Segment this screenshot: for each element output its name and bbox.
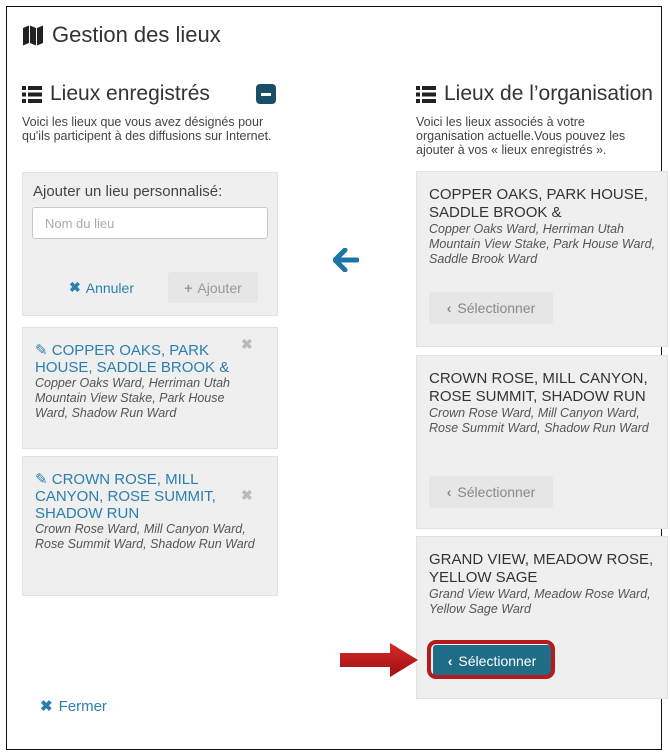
dialog-title: Gestion des lieux (22, 22, 221, 48)
saved-place-title: COPPER OAKS, PARK HOUSE, SADDLE BROOK & (35, 342, 230, 376)
times-icon: ✖ (69, 279, 81, 295)
saved-places-header: Lieux enregistrés (22, 82, 284, 106)
org-place-subtitle: Crown Rose Ward, Mill Canyon Ward, Rose … (429, 406, 649, 435)
org-place-card: COPPER OAKS, PARK HOUSE, SADDLE BROOK & … (416, 171, 668, 347)
remove-icon[interactable]: ✖ (241, 336, 253, 353)
minus-icon (261, 92, 271, 96)
select-label: Sélectionner (457, 484, 536, 500)
list-icon (22, 85, 42, 103)
pointer-arrow-icon (340, 643, 418, 677)
saved-place-subtitle: Copper Oaks Ward, Herriman Utah Mountain… (35, 376, 230, 420)
saved-place-card: ✎ COPPER OAKS, PARK HOUSE, SADDLE BROOK … (22, 327, 278, 449)
org-places-description: Voici les lieux associés à votre organis… (416, 115, 626, 157)
chevron-left-icon: ‹ (446, 484, 452, 500)
times-icon: ✖ (40, 698, 53, 715)
org-place-card: CROWN ROSE, MILL CANYON, ROSE SUMMIT, SH… (416, 355, 668, 529)
collapse-button[interactable] (256, 84, 276, 104)
list-icon (416, 85, 436, 103)
map-icon (23, 25, 43, 46)
saved-places-heading: Lieux enregistrés (50, 82, 210, 105)
chevron-left-icon: ‹ (446, 300, 452, 316)
select-label: Sélectionner (457, 300, 536, 316)
close-label: Fermer (58, 697, 107, 715)
edit-icon: ✎ (35, 342, 48, 359)
org-place-subtitle: Grand View Ward, Meadow Rose Ward, Yello… (429, 587, 651, 616)
add-button[interactable]: + Ajouter (168, 272, 258, 303)
cancel-label: Annuler (85, 279, 134, 296)
org-place-title: CROWN ROSE, MILL CANYON, ROSE SUMMIT, SH… (429, 370, 648, 405)
place-name-input[interactable] (32, 207, 268, 239)
org-places-header: Lieux de l’organisation (416, 82, 653, 106)
select-button[interactable]: ‹ Sélectionner (429, 292, 553, 324)
org-place-title: GRAND VIEW, MEADOW ROSE, YELLOW SAGE (429, 551, 654, 586)
close-button[interactable]: ✖ Fermer (40, 697, 107, 716)
org-place-subtitle: Copper Oaks Ward, Herriman Utah Mountain… (429, 222, 656, 266)
saved-place-subtitle: Crown Rose Ward, Mill Canyon Ward, Rose … (35, 522, 255, 551)
add-label: Ajouter (197, 279, 242, 296)
add-place-panel: Ajouter un lieu personnalisé: ✖ Annuler … (22, 172, 278, 316)
saved-place-title-link[interactable]: ✎ CROWN ROSE, MILL CANYON, ROSE SUMMIT, … (35, 471, 235, 522)
saved-place-title-link[interactable]: ✎ COPPER OAKS, PARK HOUSE, SADDLE BROOK … (35, 342, 235, 376)
saved-place-card: ✎ CROWN ROSE, MILL CANYON, ROSE SUMMIT, … (22, 456, 278, 596)
edit-icon: ✎ (35, 471, 48, 488)
cancel-button[interactable]: ✖ Annuler (69, 279, 134, 296)
select-button[interactable]: ‹ Sélectionner (429, 476, 553, 508)
org-place-title: COPPER OAKS, PARK HOUSE, SADDLE BROOK & (429, 186, 648, 221)
page-title: Gestion des lieux (52, 22, 221, 47)
remove-icon[interactable]: ✖ (241, 487, 253, 504)
add-place-label: Ajouter un lieu personnalisé: (33, 183, 223, 200)
highlight-ring (427, 640, 555, 679)
plus-icon: + (184, 279, 193, 296)
arrow-left-icon (333, 248, 359, 272)
saved-places-description: Voici les lieux que vous avez désignés p… (22, 115, 272, 143)
saved-place-title: CROWN ROSE, MILL CANYON, ROSE SUMMIT, SH… (35, 471, 216, 522)
org-places-heading: Lieux de l’organisation (444, 82, 653, 105)
